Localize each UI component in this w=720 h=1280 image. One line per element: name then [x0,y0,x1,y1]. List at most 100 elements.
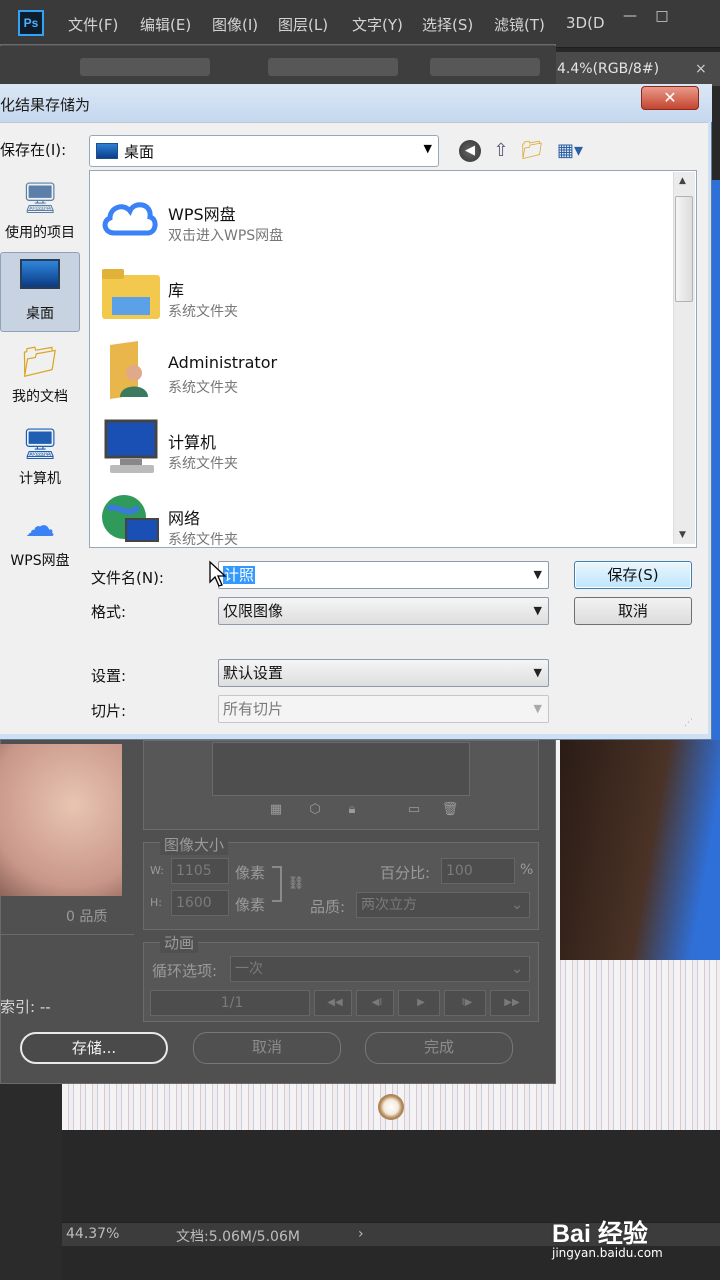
scroll-down-icon[interactable]: ▼ [679,530,686,540]
height-unit: 像素 [235,896,266,914]
back-icon[interactable]: ◀ [459,140,481,162]
play-button[interactable]: ▶ [398,990,440,1016]
maximize-icon[interactable]: □ [652,8,672,26]
tab-blurred[interactable] [268,58,398,76]
lock-icon[interactable]: 🔒︎ [342,802,362,820]
place-label: 桌面 [26,306,54,322]
last-frame-button[interactable]: ▶▶ [490,990,530,1016]
percent-label: 百分比: [380,864,431,882]
cube-icon[interactable]: ⬡ [305,802,325,820]
map-colors-icon[interactable]: ▦ [266,802,286,820]
store-button[interactable]: 存储... [20,1032,168,1064]
tab-close-icon[interactable]: × [695,52,707,86]
computer-icon [104,419,158,473]
sfw-cancel-button[interactable]: 取消 [193,1032,341,1064]
minimize-icon[interactable]: — [620,8,640,26]
menu-select[interactable]: 选择(S) [422,14,473,35]
settings-label: 设置: [91,667,127,685]
view-menu-icon[interactable]: ▦▾ [552,139,588,163]
tab-blurred[interactable] [80,58,210,76]
quality-value: 两次立方 [361,897,417,913]
file-list: WPS网盘 双击进入WPS网盘 库 系统文件夹 Administrator 系统… [89,170,697,548]
slices-value: 所有切片 [223,700,284,718]
item-subtitle: 系统文件夹 [168,532,238,548]
place-label: 计算机 [19,471,61,487]
desktop-icon [96,143,118,159]
wps-cloud-icon: ☁︎ [25,509,55,544]
baidu-url: jingyan.baidu.com [552,1246,663,1260]
save-in-select[interactable]: 桌面 ▼ [89,135,439,167]
place-label: WPS网盘 [10,553,70,569]
save-button[interactable]: 保存(S) [574,561,692,589]
width-label: W: [150,864,164,877]
up-folder-icon[interactable]: ⇧ [489,139,513,163]
height-field[interactable]: 1600 [171,890,229,916]
place-wps-cloud[interactable]: ☁︎ WPS网盘 [0,500,80,580]
document-tab[interactable]: 4.4%(RGB/8#) × [555,52,720,86]
sfw-done-button[interactable]: 完成 [365,1032,513,1064]
quality-select[interactable]: 两次立方 ⌄ [356,892,530,918]
scroll-up-icon[interactable]: ▲ [679,176,686,186]
status-menu-arrow[interactable]: › [358,1226,364,1242]
preview-quality: 0 品质 [66,909,108,925]
filename-input[interactable]: 计照 ▼ [218,561,549,589]
next-frame-button[interactable]: I▶ [444,990,486,1016]
place-label: 使用的项目 [5,225,75,241]
place-computer[interactable]: 🖥︎ 计算机 [0,418,80,498]
item-subtitle: 双击进入WPS网盘 [168,228,284,244]
slices-select[interactable]: 所有切片 ▼ [218,695,549,723]
place-desktop[interactable]: 桌面 [0,252,80,332]
menu-image[interactable]: 图像(I) [212,14,258,35]
format-label: 格式: [91,603,127,621]
chain-link-icon[interactable]: ⛓︎ [286,876,306,894]
first-frame-button[interactable]: ◀◀ [314,990,352,1016]
list-item[interactable]: 网络 系统文件夹 [98,483,658,548]
place-documents[interactable]: 📁︎ 我的文档 [0,336,80,416]
height-label: H: [150,896,162,909]
prev-frame-button[interactable]: ◀I [356,990,394,1016]
list-item[interactable]: 库 系统文件夹 [98,255,658,331]
documents-icon: 📁︎ [20,345,60,380]
chevron-down-icon: ▼ [533,604,542,617]
menu-layer[interactable]: 图层(L) [278,14,328,35]
preview-image [0,744,122,896]
computer-icon: 🖥︎ [20,427,60,462]
zoom-level: 44.37% [66,1226,120,1242]
new-folder-icon[interactable]: 📁︎ [520,139,544,163]
loop-select[interactable]: 一次 ⌄ [230,956,530,982]
menu-edit[interactable]: 编辑(E) [140,14,191,35]
place-recent[interactable]: 🖥︎ 使用的项目 [0,172,80,252]
save-in-value: 桌面 [124,143,155,161]
tab-blurred[interactable] [430,58,540,76]
divider [0,934,134,935]
menu-3d[interactable]: 3D(D [566,14,605,32]
baidu-logo: Bai 经验 [552,1220,648,1248]
document-size: 文档:5.06M/5.06M [176,1229,300,1245]
scrollbar-thumb[interactable] [675,196,693,302]
animation-legend: 动画 [160,932,199,953]
format-select[interactable]: 仅限图像 ▼ [218,597,549,625]
photoshop-logo-icon: Ps [18,10,44,36]
settings-select[interactable]: 默认设置 ▼ [218,659,549,687]
cancel-button[interactable]: 取消 [574,597,692,625]
percent-field[interactable]: 100 [441,858,515,884]
list-item[interactable]: Administrator 系统文件夹 [98,331,658,407]
photo-hair [560,740,720,960]
width-field[interactable]: 1105 [171,858,229,884]
dialog-close-button[interactable]: ✕ [641,86,699,110]
list-item[interactable]: WPS网盘 双击进入WPS网盘 [98,179,658,255]
save-in-label: 保存在(I): [0,141,67,159]
list-item[interactable]: 计算机 系统文件夹 [98,407,658,483]
menu-file[interactable]: 文件(F) [68,14,118,35]
item-name: 网络 [168,509,201,528]
menu-filter[interactable]: 滤镜(T) [494,14,545,35]
dialog-titlebar [0,84,712,122]
document-tab-label: 4.4%(RGB/8#) [557,61,660,77]
trash-icon[interactable]: 🗑︎ [440,802,460,820]
slices-label: 切片: [91,702,127,720]
item-name: 库 [168,281,185,300]
menu-type[interactable]: 文字(Y) [352,14,403,35]
resize-grip-icon[interactable]: ⋰ [684,718,700,732]
chevron-down-icon: ▼ [533,666,542,679]
new-color-icon[interactable]: ▭ [404,802,424,820]
